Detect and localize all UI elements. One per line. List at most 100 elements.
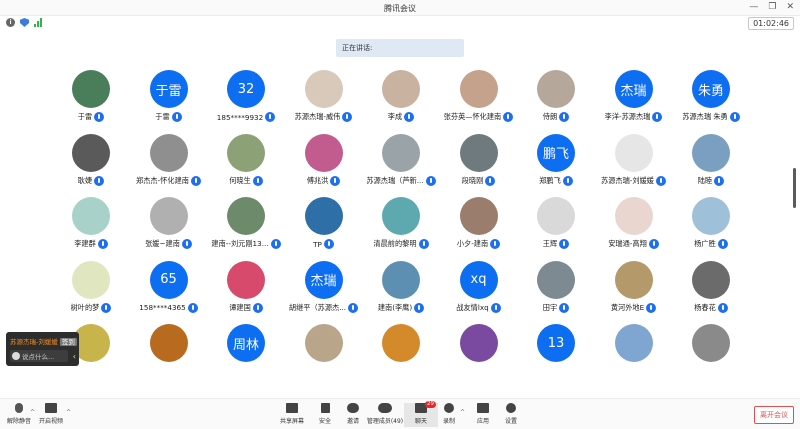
- mic-icon: [171, 112, 182, 122]
- mic-icon: [490, 302, 501, 313]
- participant-tile[interactable]: 杨春花: [672, 260, 750, 325]
- avatar: [382, 70, 420, 108]
- participant-tile[interactable]: 于雷 于雷: [130, 70, 208, 134]
- participant-tile[interactable]: 杰瑞胡继平（苏源杰...: [285, 260, 363, 325]
- chevron-left-icon[interactable]: ‹: [73, 352, 76, 361]
- avatar: [72, 70, 110, 108]
- avatar: [382, 260, 420, 299]
- participant-tile[interactable]: 陆睦: [672, 133, 750, 198]
- participant-tile[interactable]: 杰瑞 李洋-苏源杰瑞: [595, 70, 673, 134]
- mic-icon: [342, 112, 353, 122]
- participant-name: 胡继平（苏源杰...: [288, 302, 347, 312]
- participant-name: 谭建国: [229, 302, 251, 312]
- mic-icon: [404, 112, 415, 122]
- participant-tile[interactable]: 黄河外地E: [595, 260, 673, 325]
- info-icon[interactable]: i: [6, 18, 15, 27]
- mic-icon: [181, 239, 192, 249]
- participant-tile[interactable]: xq 战友情lxq: [440, 260, 518, 325]
- minimize-icon[interactable]: —: [749, 2, 758, 13]
- participant-tile[interactable]: 苏源杰瑞（芦新...: [362, 133, 440, 198]
- mic-icon: [646, 302, 657, 313]
- avatar: [382, 197, 420, 235]
- emoji-icon[interactable]: [12, 352, 20, 360]
- chevron-up-icon[interactable]: ^: [460, 409, 465, 416]
- start-video-button[interactable]: 开启视频: [34, 403, 68, 427]
- participant-tile[interactable]: 65 158****4365: [130, 260, 208, 325]
- avatar: 32: [227, 70, 265, 108]
- participant-tile[interactable]: 建南--刘元刚13...: [207, 197, 285, 261]
- participant-tile[interactable]: 王辉: [517, 197, 595, 261]
- settings-button[interactable]: 设置: [494, 403, 528, 427]
- avatar: [692, 324, 730, 362]
- participant-tile[interactable]: 13: [517, 324, 595, 388]
- participant-name: 陆睦: [697, 175, 713, 185]
- participant-tile[interactable]: 田宇: [517, 260, 595, 325]
- participant-tile[interactable]: 鹏飞 郑鹏飞: [517, 133, 595, 198]
- scrollbar[interactable]: [793, 168, 796, 208]
- participant-name: 清晨前的黎明: [373, 239, 417, 248]
- participant-tile[interactable]: 谭建国: [207, 260, 285, 325]
- participant-tile[interactable]: 何晓生: [207, 133, 285, 198]
- participant-tile[interactable]: 张媛~建南: [130, 197, 208, 261]
- participant-tile[interactable]: 小夕-建南: [440, 197, 518, 261]
- participant-tile[interactable]: [285, 324, 363, 388]
- participant-name: 李建群: [74, 239, 96, 248]
- participant-tile[interactable]: TP: [285, 197, 363, 261]
- share-screen-button[interactable]: 共享屏幕: [275, 403, 309, 427]
- window-title: 腾讯会议: [384, 4, 416, 13]
- avatar: [614, 324, 653, 362]
- mic-icon: [652, 112, 663, 122]
- participant-tile[interactable]: 杨广胜: [672, 197, 750, 261]
- participant-tile[interactable]: 树叶的梦: [52, 260, 130, 325]
- participant-name: 张媛~建南: [145, 239, 180, 248]
- participant-tile[interactable]: 侍朗: [517, 70, 595, 134]
- avatar: [149, 324, 188, 362]
- avatar: [382, 324, 420, 362]
- chat-tag: 签到: [59, 338, 77, 346]
- participant-tile[interactable]: 段晓刚: [440, 133, 518, 198]
- participant-name: 段晓刚: [461, 175, 484, 185]
- participant-tile[interactable]: 建南(李鹰): [362, 260, 440, 325]
- participant-tile[interactable]: 于雷: [52, 70, 130, 134]
- chevron-up-icon[interactable]: ^: [66, 409, 71, 416]
- avatar: xq: [459, 260, 498, 299]
- avatar: [304, 70, 343, 108]
- avatar: 杰瑞: [304, 260, 343, 299]
- participant-tile[interactable]: [595, 324, 673, 388]
- participant-name: 建南(李鹰): [377, 302, 413, 312]
- participant-tile[interactable]: 傅兆洪: [285, 133, 363, 198]
- shield-icon[interactable]: [20, 18, 29, 27]
- participant-tile[interactable]: 张芬英—怀化建南: [440, 70, 518, 134]
- participant-tile[interactable]: 郑杰杰-怀化建南: [130, 133, 208, 198]
- mic-icon: [97, 239, 108, 249]
- participant-tile[interactable]: 李建群: [52, 197, 130, 261]
- participant-tile[interactable]: 周林: [207, 324, 285, 388]
- signal-icon[interactable]: [34, 18, 42, 27]
- leave-meeting-button[interactable]: 离开会议: [754, 406, 794, 424]
- participant-name-row: 杨广胜: [664, 239, 758, 249]
- participant-tile[interactable]: 朱勇 苏源杰瑞 朱勇: [672, 70, 750, 134]
- participant-name: 185****9932: [216, 112, 264, 122]
- chat-input[interactable]: 说点什么...: [10, 350, 68, 362]
- maximize-icon[interactable]: ❐: [768, 2, 776, 13]
- participant-tile[interactable]: 耿婕: [52, 133, 130, 198]
- manage-members-button[interactable]: 管理成员(49): [366, 403, 404, 427]
- bottom-toolbar: 解除静音 ^ 开启视频 ^ 共享屏幕 安全 邀请 管理成员(49) 聊天 29 …: [0, 398, 800, 429]
- mic-icon: [330, 175, 341, 186]
- participant-tile[interactable]: [672, 324, 750, 388]
- invite-button[interactable]: 邀请: [336, 403, 370, 427]
- participant-tile[interactable]: 安瑞通-高翔: [595, 197, 673, 261]
- participant-name: 李成: [387, 112, 403, 121]
- chat-preview[interactable]: 苏源杰瑞-刘媛媛 签到 说点什么... ‹: [6, 332, 79, 366]
- participant-tile[interactable]: [362, 324, 440, 388]
- mic-icon: [714, 175, 725, 186]
- participant-tile[interactable]: 清晨前的黎明: [362, 197, 440, 261]
- participant-tile[interactable]: 32 185****9932: [207, 70, 285, 134]
- participant-tile[interactable]: [130, 324, 208, 388]
- participant-tile[interactable]: 苏源杰瑞-威伟: [285, 70, 363, 134]
- participant-tile[interactable]: 李成: [362, 70, 440, 134]
- participant-tile[interactable]: 苏源杰瑞-刘媛媛: [595, 133, 673, 198]
- participant-tile[interactable]: [440, 324, 518, 388]
- close-icon[interactable]: ✕: [786, 2, 794, 13]
- participant-name: 李洋-苏源杰瑞: [604, 112, 651, 121]
